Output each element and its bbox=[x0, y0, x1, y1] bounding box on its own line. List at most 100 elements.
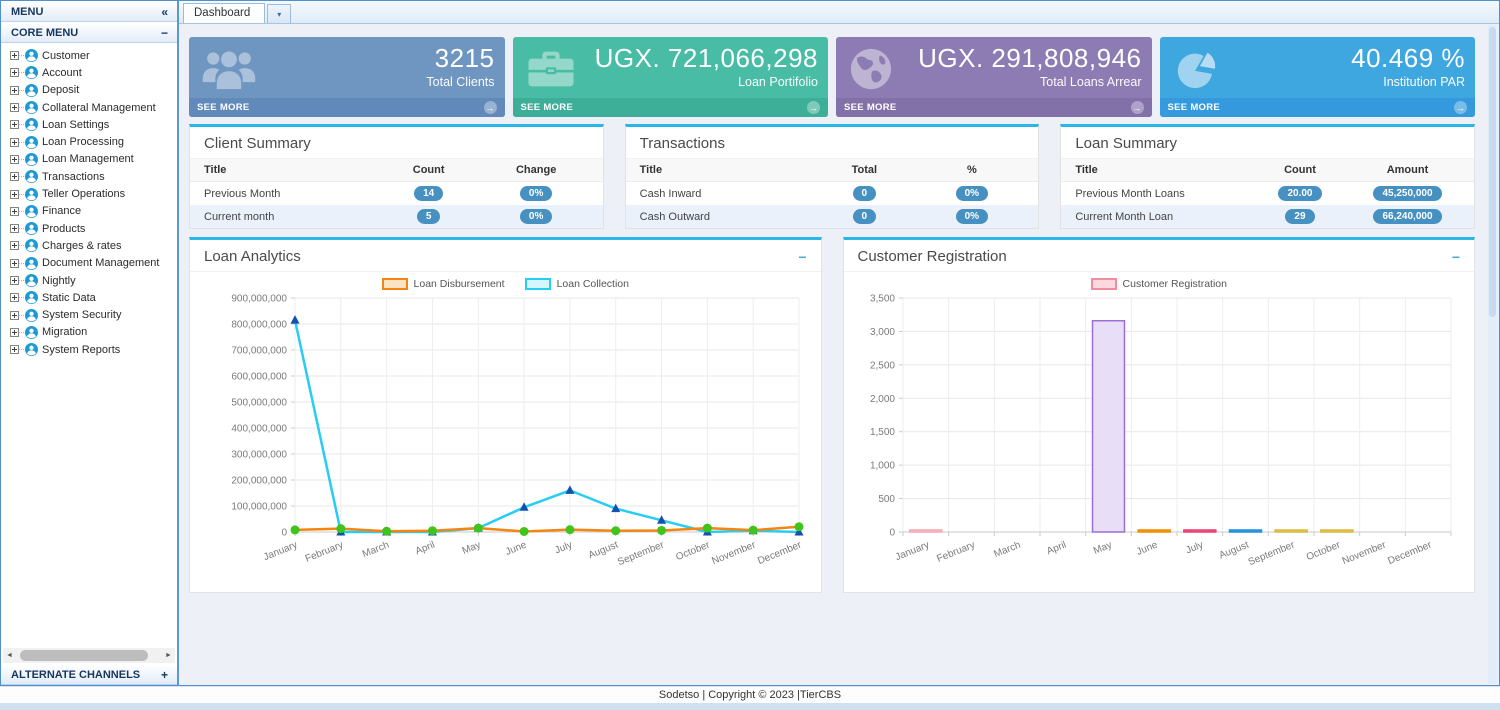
tab-dropdown-button[interactable]: ▾ bbox=[267, 4, 292, 23]
globe-icon bbox=[848, 46, 894, 97]
sidebar-item-finance[interactable]: Finance bbox=[1, 203, 177, 220]
arrow-right-icon[interactable]: → bbox=[1454, 101, 1467, 114]
svg-text:500,000,000: 500,000,000 bbox=[232, 398, 288, 409]
table-row: Current Month Loan 29 66,240,000 bbox=[1061, 205, 1474, 228]
column-header: Count bbox=[1284, 164, 1316, 176]
sidebar-item-system-reports[interactable]: System Reports bbox=[1, 341, 177, 358]
see-more-button[interactable]: SEE MORE → bbox=[189, 98, 505, 117]
sidebar-item-deposit[interactable]: Deposit bbox=[1, 82, 177, 99]
sidebar-item-document-management[interactable]: Document Management bbox=[1, 255, 177, 272]
legend-item[interactable]: Customer Registration bbox=[1090, 278, 1227, 290]
expand-node-icon[interactable] bbox=[10, 137, 19, 147]
see-more-button[interactable]: SEE MORE → bbox=[1159, 98, 1475, 117]
scroll-right-icon[interactable]: ► bbox=[162, 652, 175, 659]
stat-card-body: 3215 Total Clients bbox=[189, 37, 505, 98]
arrow-right-icon[interactable]: → bbox=[1130, 101, 1144, 114]
footer: Sodetso | Copyright © 2023 |TierCBS bbox=[0, 686, 1500, 703]
expand-node-icon[interactable] bbox=[10, 172, 19, 182]
collapse-panel-icon[interactable]: − bbox=[1452, 250, 1460, 264]
expand-node-icon[interactable] bbox=[10, 206, 19, 216]
sidebar-item-customer[interactable]: Customer bbox=[1, 47, 177, 64]
tree-connector bbox=[19, 349, 24, 351]
arrow-right-icon[interactable]: → bbox=[483, 101, 497, 114]
sidebar-item-loan-settings[interactable]: Loan Settings bbox=[1, 116, 177, 133]
svg-text:2,500: 2,500 bbox=[870, 360, 895, 371]
user-circle-icon bbox=[25, 325, 38, 339]
svg-text:500: 500 bbox=[878, 494, 895, 505]
sidebar-item-static-data[interactable]: Static Data bbox=[1, 289, 177, 306]
tree-connector bbox=[19, 141, 24, 143]
sidebar-item-label: Loan Settings bbox=[42, 118, 110, 131]
sidebar-item-transactions[interactable]: Transactions bbox=[1, 168, 177, 185]
column-header: Total bbox=[851, 164, 878, 176]
expand-node-icon[interactable] bbox=[10, 310, 19, 320]
alternate-channels-header[interactable]: ALTERNATE CHANNELS + bbox=[1, 664, 177, 685]
sidebar-item-label: Transactions bbox=[42, 170, 105, 183]
tree-connector bbox=[19, 331, 24, 333]
sidebar-item-label: Collateral Management bbox=[42, 101, 156, 114]
vertical-scrollbar-thumb[interactable] bbox=[1489, 27, 1496, 317]
expand-node-icon[interactable] bbox=[10, 345, 19, 355]
panel-title: Loan Summary bbox=[1075, 135, 1178, 152]
customer-registration-panel: Customer Registration − Customer Registr… bbox=[842, 237, 1475, 593]
expand-node-icon[interactable] bbox=[10, 327, 19, 337]
collapse-sidebar-icon[interactable]: « bbox=[161, 5, 168, 19]
user-circle-icon bbox=[25, 256, 38, 270]
legend-item[interactable]: Loan Collection bbox=[524, 278, 629, 290]
expand-node-icon[interactable] bbox=[10, 293, 19, 303]
svg-text:900,000,000: 900,000,000 bbox=[232, 294, 288, 305]
tab-dashboard[interactable]: Dashboard bbox=[183, 3, 266, 23]
expand-node-icon[interactable] bbox=[10, 120, 19, 130]
expand-node-icon[interactable] bbox=[10, 154, 19, 164]
arrow-right-icon[interactable]: → bbox=[807, 101, 820, 114]
svg-text:800,000,000: 800,000,000 bbox=[232, 320, 288, 331]
scrollbar-thumb[interactable] bbox=[20, 650, 148, 661]
sidebar-item-loan-processing[interactable]: Loan Processing bbox=[1, 133, 177, 150]
sidebar-item-charges-rates[interactable]: Charges & rates bbox=[1, 237, 177, 254]
core-menu-header[interactable]: CORE MENU − bbox=[1, 22, 177, 43]
svg-text:200,000,000: 200,000,000 bbox=[232, 476, 288, 487]
sidebar-item-label: System Security bbox=[42, 309, 122, 322]
see-more-button[interactable]: SEE MORE → bbox=[512, 98, 828, 117]
chart-legend: Customer Registration bbox=[844, 278, 1475, 290]
expand-node-icon[interactable] bbox=[10, 224, 19, 234]
user-circle-icon bbox=[25, 101, 38, 115]
expand-node-icon[interactable] bbox=[10, 241, 19, 251]
expand-node-icon[interactable] bbox=[10, 258, 19, 268]
see-more-button[interactable]: SEE MORE → bbox=[836, 98, 1152, 117]
expand-node-icon[interactable] bbox=[10, 68, 19, 78]
collapse-section-icon[interactable]: − bbox=[161, 26, 168, 40]
sidebar-item-nightly[interactable]: Nightly bbox=[1, 272, 177, 289]
expand-node-icon[interactable] bbox=[10, 51, 19, 61]
sidebar-item-label: Nightly bbox=[42, 274, 76, 287]
expand-node-icon[interactable] bbox=[10, 85, 19, 95]
sidebar-horizontal-scrollbar[interactable]: ◄ ► bbox=[3, 648, 175, 663]
collapse-panel-icon[interactable]: − bbox=[798, 250, 806, 264]
expand-node-icon[interactable] bbox=[10, 103, 19, 113]
sidebar-item-migration[interactable]: Migration bbox=[1, 324, 177, 341]
value-badge: 29 bbox=[1285, 209, 1315, 224]
expand-node-icon[interactable] bbox=[10, 276, 19, 285]
legend-item[interactable]: Loan Disbursement bbox=[381, 278, 505, 290]
sidebar-item-label: Deposit bbox=[42, 84, 80, 97]
expand-node-icon[interactable] bbox=[10, 189, 19, 199]
value-badge: 0 bbox=[852, 186, 877, 201]
core-menu-label: CORE MENU bbox=[11, 26, 79, 39]
scroll-left-icon[interactable]: ◄ bbox=[3, 652, 16, 659]
panel-title: Loan Analytics bbox=[204, 248, 301, 265]
chart-legend: Loan Disbursement Loan Collection bbox=[190, 278, 821, 290]
sidebar-item-teller-operations[interactable]: Teller Operations bbox=[1, 185, 177, 202]
see-more-label: SEE MORE bbox=[197, 102, 250, 113]
table-header: Title Count Amount bbox=[1061, 159, 1474, 182]
sidebar-item-system-security[interactable]: System Security bbox=[1, 306, 177, 323]
sidebar-item-account[interactable]: Account bbox=[1, 64, 177, 81]
sidebar-item-loan-management[interactable]: Loan Management bbox=[1, 151, 177, 168]
users-icon bbox=[201, 46, 257, 97]
sidebar-item-collateral-management[interactable]: Collateral Management bbox=[1, 99, 177, 116]
svg-text:2,000: 2,000 bbox=[870, 394, 895, 405]
vertical-scrollbar[interactable] bbox=[1488, 25, 1497, 684]
tree-connector bbox=[19, 210, 24, 212]
svg-text:400,000,000: 400,000,000 bbox=[232, 424, 288, 435]
sidebar-item-products[interactable]: Products bbox=[1, 220, 177, 237]
expand-section-icon[interactable]: + bbox=[161, 668, 168, 682]
